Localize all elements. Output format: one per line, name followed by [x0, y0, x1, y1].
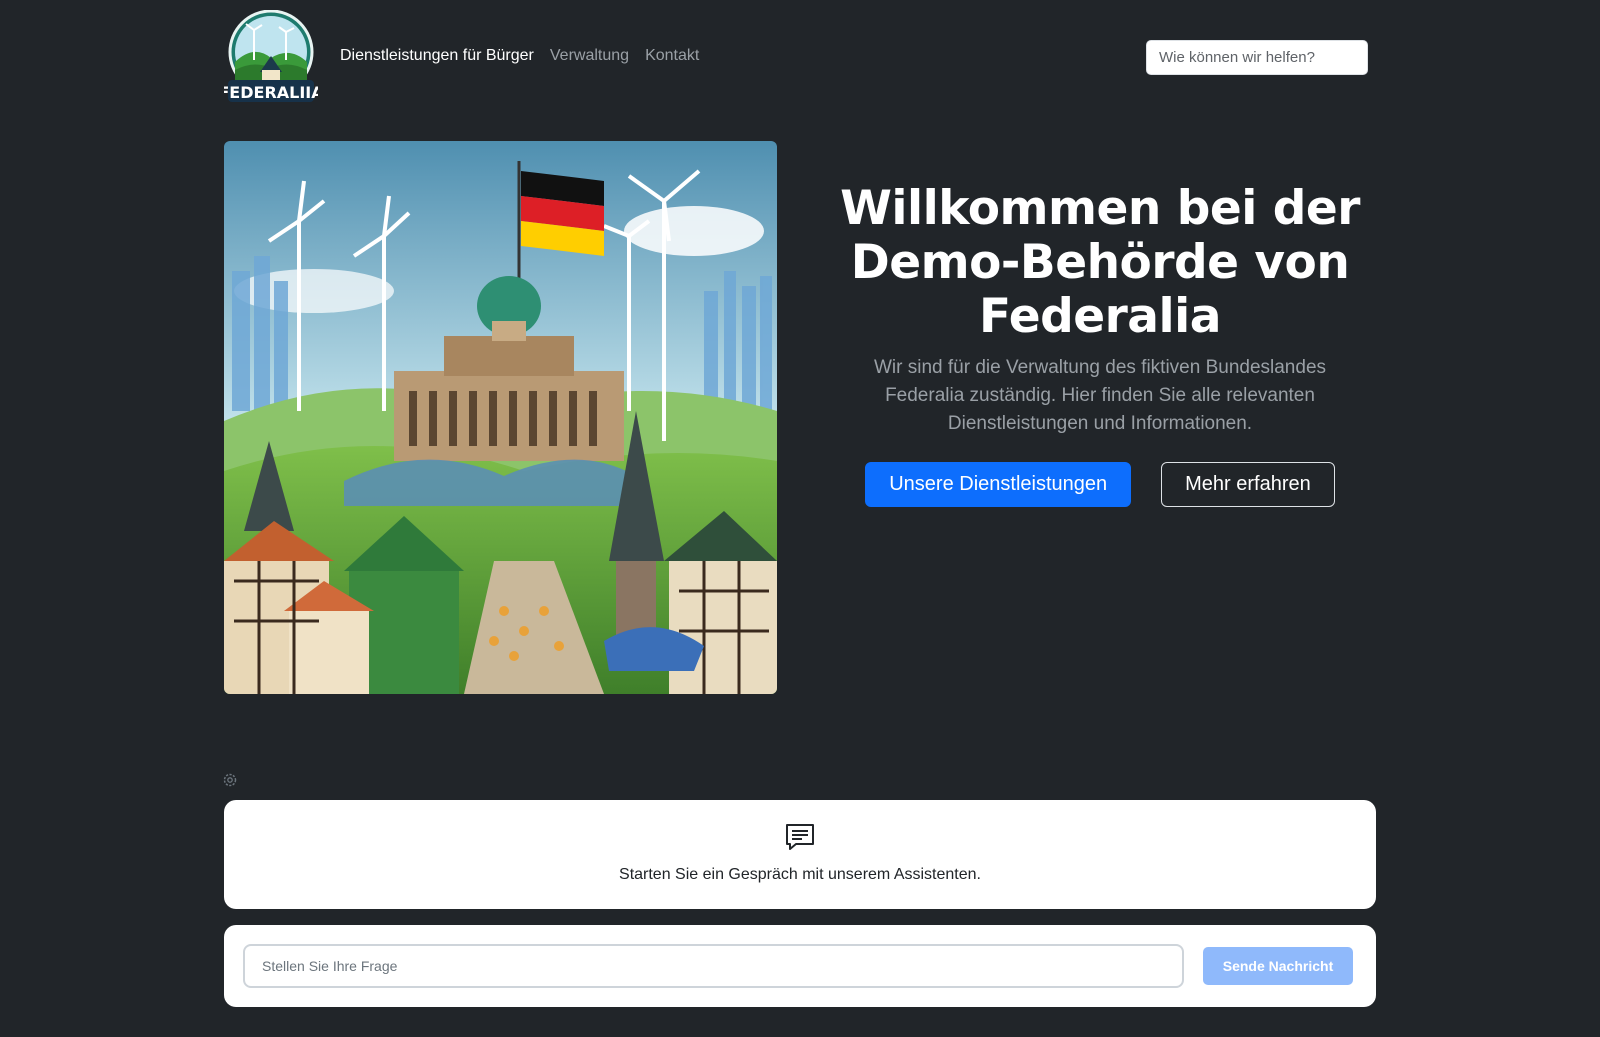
logo-wordmark: FEDERALIIA: [224, 83, 318, 102]
main-nav: Dienstleistungen für Bürger Verwaltung K…: [340, 47, 699, 65]
hero-image: [224, 141, 777, 694]
page: FEDERALIIA Dienstleistungen für Bürger V…: [0, 0, 1600, 1037]
search-input[interactable]: [1146, 40, 1368, 75]
gear-icon[interactable]: [222, 772, 238, 788]
hero-buttons: Unsere Dienstleistungen Mehr erfahren: [830, 462, 1370, 507]
send-message-button[interactable]: Sende Nachricht: [1203, 947, 1353, 985]
nav-link-dienstleistungen[interactable]: Dienstleistungen für Bürger: [340, 47, 534, 65]
nav-link-verwaltung[interactable]: Verwaltung: [550, 47, 629, 65]
chat-input-panel: Sende Nachricht: [224, 925, 1376, 1007]
learn-more-button[interactable]: Mehr erfahren: [1161, 462, 1335, 507]
chat-bubble-icon: [784, 822, 816, 852]
hero-section: Willkommen bei der Demo-Behörde von Fede…: [830, 182, 1370, 507]
chat-messages-panel: Starten Sie ein Gespräch mit unserem Ass…: [224, 800, 1376, 909]
federalia-logo[interactable]: FEDERALIIA: [218, 9, 324, 106]
hero-title: Willkommen bei der Demo-Behörde von Fede…: [840, 181, 1360, 344]
chat-empty-message: Starten Sie ein Gespräch mit unserem Ass…: [619, 866, 981, 883]
question-input[interactable]: [243, 944, 1184, 988]
services-button[interactable]: Unsere Dienstleistungen: [865, 462, 1132, 507]
nav-link-kontakt[interactable]: Kontakt: [645, 47, 699, 65]
hero-lead: Wir sind für die Verwaltung des fiktiven…: [873, 357, 1327, 434]
